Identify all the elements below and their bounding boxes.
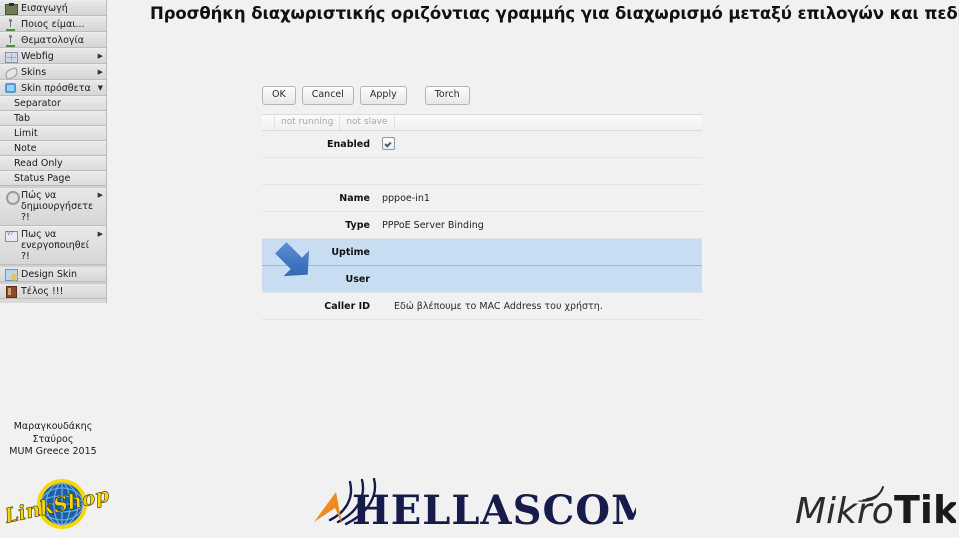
row-label: Name bbox=[339, 192, 370, 204]
sidebar-item-webfig[interactable]: Webfig ▶ bbox=[0, 48, 106, 64]
sidebar-item-label: Skins bbox=[21, 66, 47, 78]
form-row-user: User bbox=[262, 266, 702, 293]
webfig-icon bbox=[4, 50, 18, 63]
sidebar-item-label: Skin πρόσθετα bbox=[21, 82, 91, 94]
sidebar-item-label: Note bbox=[14, 143, 37, 154]
row-label: User bbox=[345, 273, 371, 285]
page-title: Προσθήκη διαχωριστικής οριζόντιας γραμμή… bbox=[150, 4, 959, 23]
row-label: Uptime bbox=[331, 246, 370, 258]
ok-button[interactable]: OK bbox=[262, 86, 296, 105]
form-row-enabled: Enabled bbox=[262, 132, 702, 158]
sidebar-item-label: Tab bbox=[14, 113, 31, 124]
sidebar-item-thematologia[interactable]: Θεματολογία bbox=[0, 32, 106, 48]
row-value bbox=[382, 136, 702, 153]
chevron-right-icon: ▶ bbox=[97, 68, 103, 76]
sidebar-item-label: Status Page bbox=[14, 173, 71, 184]
chevron-right-icon: ▶ bbox=[97, 191, 103, 199]
sidebar-item-label: Design Skin bbox=[21, 268, 78, 280]
sidebar-item-skin-prostheta[interactable]: Skin πρόσθετα ▼ bbox=[0, 80, 106, 96]
sidebar-item-label: Ποιος είμαι... bbox=[21, 18, 85, 30]
row-label: Enabled bbox=[327, 139, 370, 150]
gear-icon bbox=[4, 190, 20, 205]
mikrotik-wordmark-2: Tik bbox=[894, 488, 956, 531]
sidebar-item-separator[interactable]: Separator bbox=[0, 96, 106, 111]
chevron-right-icon: ▶ bbox=[97, 230, 103, 238]
slide-canvas: Προσθήκη διαχωριστικής οριζόντιας γραμμή… bbox=[0, 0, 959, 534]
webfig-form-panel: OK Cancel Apply Torch not running not sl… bbox=[262, 86, 702, 320]
sidebar-item-label: Limit bbox=[14, 128, 38, 139]
vt-icon bbox=[4, 229, 18, 242]
enabled-checkbox[interactable] bbox=[382, 136, 395, 150]
sidebar-item-tab[interactable]: Tab bbox=[0, 111, 106, 126]
row-value: pppoe-in1 bbox=[382, 192, 430, 204]
sidebar-item-label: Θεματολογία bbox=[21, 34, 84, 46]
status-running: not running bbox=[275, 115, 341, 130]
chevron-right-icon: ▶ bbox=[97, 52, 103, 60]
author-surname: Μαραγκουδάκης bbox=[13, 421, 93, 432]
status-slave: not slave bbox=[340, 115, 395, 130]
sidebar-menu: Εισαγωγή Ποιος είμαι... Θεματολογία Webf… bbox=[0, 0, 107, 303]
skin-plugin-icon bbox=[4, 82, 17, 94]
form-row-caller-id: Caller ID Εδώ βλέπουμε το MAC Address το… bbox=[262, 293, 702, 320]
mikrotik-wordmark-1: Mikro bbox=[795, 491, 894, 531]
sidebar-item-note[interactable]: Note bbox=[0, 141, 106, 156]
author-firstname: Σταύρος bbox=[32, 433, 74, 445]
row-value: PPPoE Server Binding bbox=[382, 219, 484, 231]
status-bar: not running not slave bbox=[262, 114, 702, 131]
sidebar-item-design-skin[interactable]: Design Skin bbox=[0, 265, 106, 282]
form-row-spacer bbox=[262, 158, 702, 185]
chevron-down-icon: ▼ bbox=[97, 84, 103, 92]
sidebar-item-read-only[interactable]: Read Only bbox=[0, 156, 106, 171]
form-row-name: Name pppoe-in1 bbox=[262, 185, 702, 212]
sidebar-item-limit[interactable]: Limit bbox=[0, 126, 106, 141]
mikrotik-logo: Mikro Tik bbox=[793, 483, 959, 532]
sidebar-item-label: Πως να ενεργοποιηθεί ?! bbox=[21, 229, 89, 262]
form-button-row: OK Cancel Apply Torch bbox=[262, 86, 702, 114]
hellascom-wordmark: HELLASCOM bbox=[352, 487, 636, 533]
exit-icon bbox=[4, 285, 17, 298]
row-label: Type bbox=[345, 219, 370, 231]
sidebar-item-telos[interactable]: Τέλος !!! bbox=[0, 282, 106, 299]
import-icon bbox=[4, 2, 18, 15]
cancel-button[interactable]: Cancel bbox=[301, 86, 354, 105]
torch-button[interactable]: Torch bbox=[424, 86, 470, 105]
status-flag-cell bbox=[262, 115, 275, 130]
sidebar-item-label: Πώς να δημιουργήσετε ?! bbox=[21, 190, 94, 223]
sidebar-item-label: Separator bbox=[14, 98, 61, 109]
sidebar-item-poios-eimai[interactable]: Ποιος είμαι... bbox=[0, 16, 106, 32]
author-credit: Μαραγκουδάκης Σταύρος MUM Greece 2015 bbox=[0, 421, 106, 459]
person-icon bbox=[4, 34, 17, 47]
design-icon bbox=[4, 268, 18, 281]
sidebar-item-label: Εισαγωγή bbox=[21, 2, 68, 14]
sidebar-item-label: Τέλος !!! bbox=[21, 285, 64, 297]
apply-button[interactable]: Apply bbox=[359, 86, 407, 105]
sidebar-item-label: Webfig bbox=[21, 50, 54, 62]
skins-icon bbox=[3, 66, 20, 80]
sidebar-item-status-page[interactable]: Status Page bbox=[0, 171, 106, 186]
form-row-uptime: Uptime bbox=[262, 239, 702, 266]
event-name: MUM Greece 2015 bbox=[9, 446, 97, 457]
sidebar-item-skins[interactable]: Skins ▶ bbox=[0, 64, 106, 80]
sidebar-item-pos-na-dimiourgisete[interactable]: Πώς να δημιουργήσετε ?! ▶ bbox=[0, 186, 106, 226]
sidebar-item-pos-na-energopoiithei[interactable]: Πως να ενεργοποιηθεί ?! ▶ bbox=[0, 226, 106, 265]
sidebar-item-label: Read Only bbox=[14, 158, 63, 169]
person-icon bbox=[4, 18, 17, 31]
form-row-type: Type PPPoE Server Binding bbox=[262, 212, 702, 239]
hellascom-logo: HELLASCOM bbox=[306, 477, 655, 534]
sidebar-item-eisagogi[interactable]: Εισαγωγή bbox=[0, 0, 106, 16]
linkshop-logo: LinkShop bbox=[1, 474, 114, 530]
row-label: Caller ID bbox=[324, 300, 370, 312]
row-value: Εδώ βλέπουμε το MAC Address του χρήστη. bbox=[394, 300, 603, 312]
